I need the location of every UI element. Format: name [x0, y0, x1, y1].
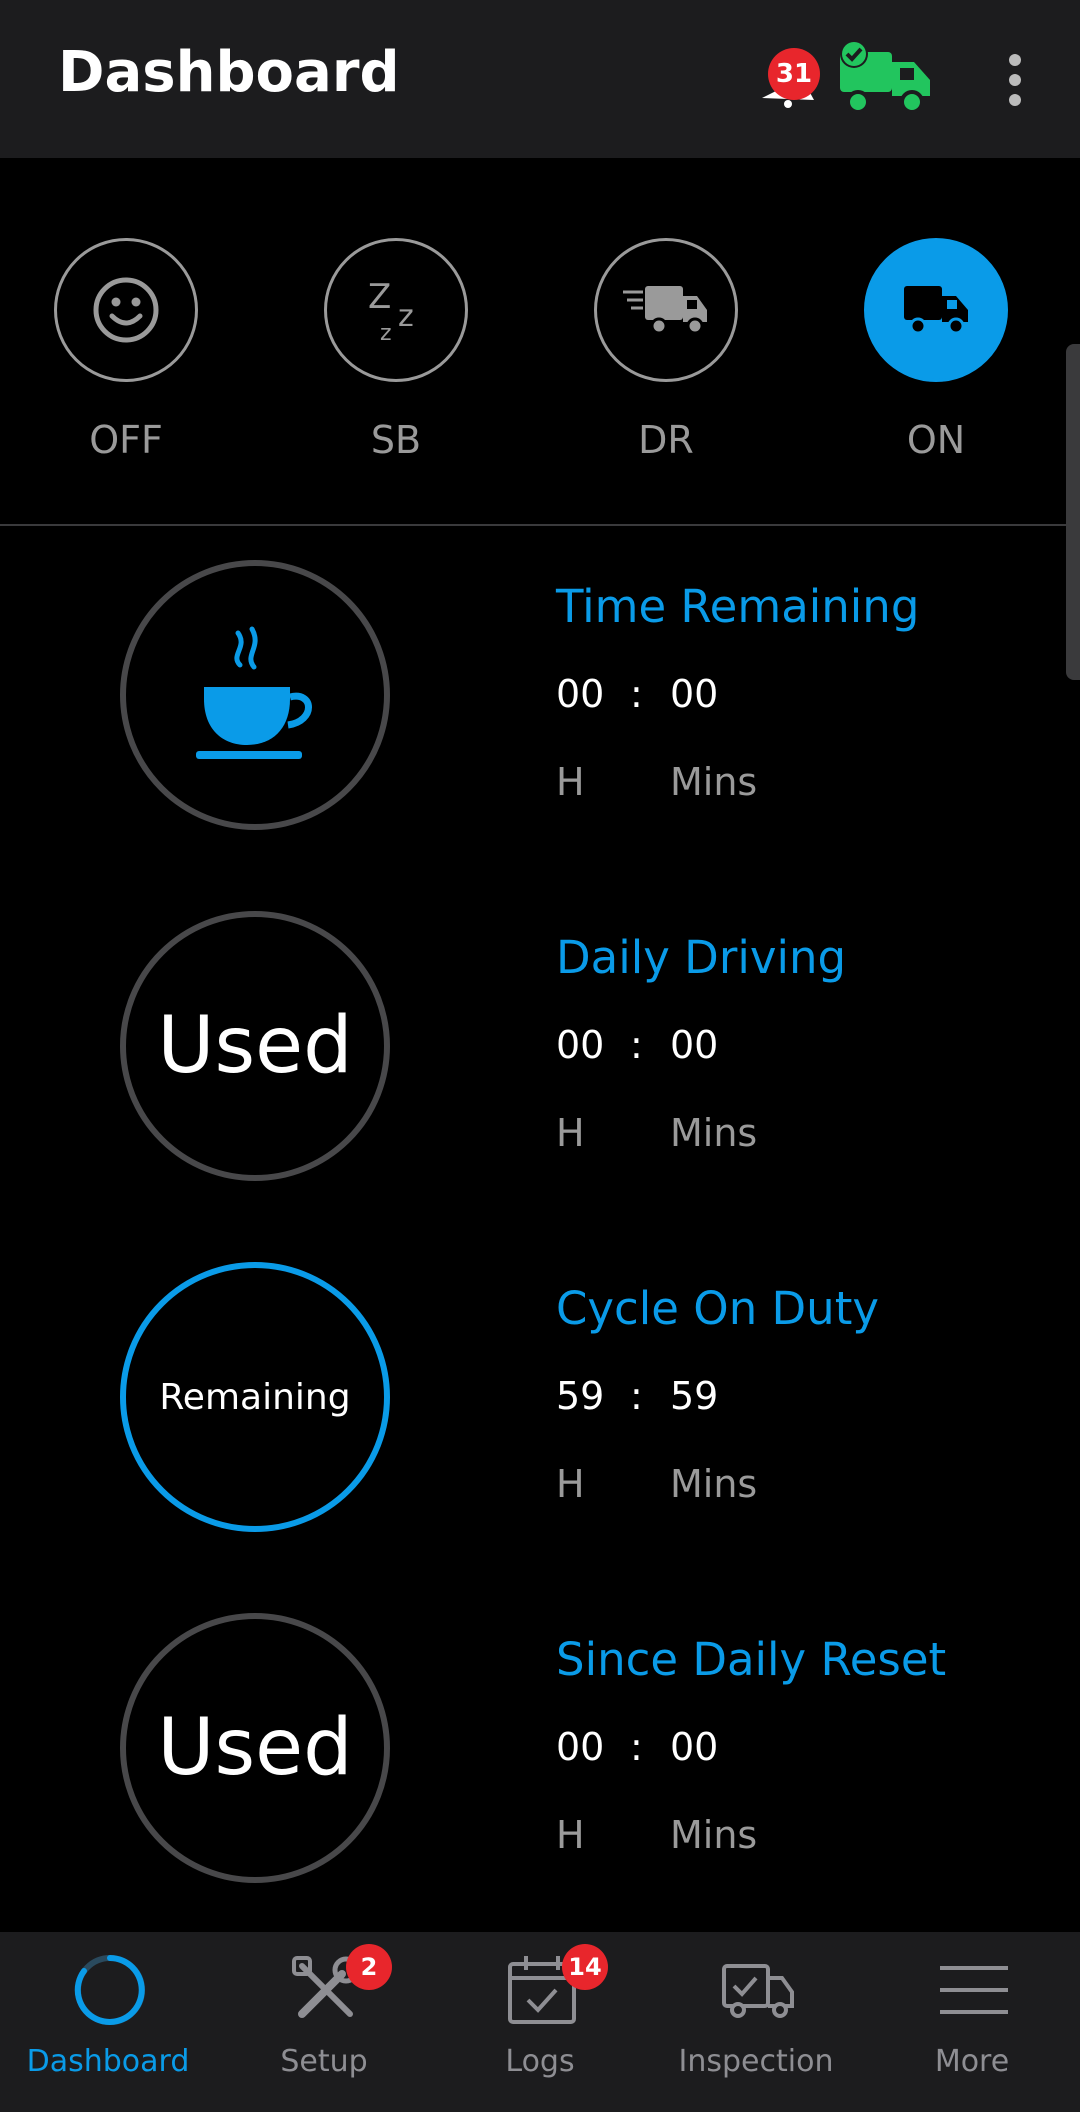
timer-separator: : — [630, 1023, 643, 1067]
timer-minutes-unit: Mins — [670, 1111, 758, 1155]
status-sb-button[interactable]: Z z z SB — [324, 238, 468, 462]
timer-ring: Used — [120, 1613, 390, 1883]
timer-minutes-unit: Mins — [670, 1462, 758, 1506]
dashboard-gauge-icon — [74, 1955, 145, 2025]
bottom-navigation: Dashboard 2 Setup 14 Logs Inspection Mor… — [0, 1932, 1080, 2112]
timer-ring — [120, 560, 390, 830]
smiley-icon — [93, 277, 159, 343]
timer-hours-unit: H — [556, 1462, 585, 1506]
nav-logs[interactable]: 14 Logs — [432, 1932, 648, 2112]
app-bar: Dashboard 31 — [0, 0, 1080, 158]
timer-ring-label: Remaining — [159, 1376, 351, 1418]
timer-separator: : — [630, 672, 643, 716]
status-dr-button[interactable]: DR — [594, 238, 738, 462]
nav-setup[interactable]: 2 Setup — [216, 1932, 432, 2112]
status-on-label: ON — [906, 418, 966, 462]
nav-dashboard[interactable]: Dashboard — [0, 1932, 216, 2112]
timer-separator: : — [630, 1725, 643, 1769]
status-sb-label: SB — [370, 418, 422, 462]
timer-ring-label: Used — [157, 1001, 353, 1091]
timer-hours: 00 — [556, 1023, 605, 1067]
notification-badge: 31 — [768, 48, 820, 100]
timer-title: Since Daily Reset — [556, 1633, 947, 1686]
page-title: Dashboard — [58, 40, 400, 105]
timer-hours-unit: H — [556, 1111, 585, 1155]
timer-minutes: 00 — [670, 672, 719, 716]
nav-inspection-label: Inspection — [678, 2044, 834, 2079]
timer-minutes-unit: Mins — [670, 760, 758, 804]
timer-hours: 00 — [556, 1725, 605, 1769]
timer-minutes: 00 — [670, 1725, 719, 1769]
timer-minutes: 59 — [670, 1374, 719, 1418]
timer-hours: 59 — [556, 1374, 605, 1418]
timer-daily-driving: Used Daily Driving 00 : 00 H Mins — [0, 911, 1080, 1261]
status-on-button[interactable]: ON — [864, 238, 1008, 462]
status-off-label: OFF — [89, 418, 163, 462]
duty-status-selector: OFF Z z z SB DR ON — [0, 158, 1080, 526]
timer-title: Daily Driving — [556, 931, 847, 984]
timer-since-daily-reset: Used Since Daily Reset 00 : 00 H Mins — [0, 1613, 1080, 1963]
timer-hours-unit: H — [556, 1813, 585, 1857]
divider — [0, 524, 1080, 526]
notification-button[interactable]: 31 — [758, 48, 820, 108]
status-dr-label: DR — [638, 418, 694, 462]
timer-minutes-unit: Mins — [670, 1813, 758, 1857]
timer-ring-label: Used — [157, 1703, 353, 1793]
setup-badge: 2 — [346, 1944, 392, 1990]
nav-more-label: More — [934, 2044, 1010, 2079]
nav-dashboard-label: Dashboard — [26, 2044, 190, 2079]
hamburger-menu-icon — [940, 1966, 1008, 2014]
logs-badge: 14 — [562, 1944, 608, 1990]
timer-separator: : — [630, 1374, 643, 1418]
truck-inspection-icon — [722, 1964, 794, 2018]
truck-icon — [904, 286, 968, 335]
nav-logs-label: Logs — [505, 2044, 575, 2079]
svg-text:z: z — [380, 321, 392, 346]
timer-ring: Remaining — [120, 1262, 390, 1532]
sleep-icon: Z z z — [368, 277, 414, 346]
coffee-cup-icon — [196, 626, 312, 759]
timer-title: Cycle On Duty — [556, 1282, 879, 1335]
nav-setup-label: Setup — [280, 2044, 368, 2079]
timer-minutes: 00 — [670, 1023, 719, 1067]
truck-connected-icon[interactable] — [836, 38, 936, 122]
timer-time-remaining: Time Remaining 00 : 00 H Mins — [0, 560, 1080, 910]
svg-text:Z: Z — [368, 277, 391, 317]
timer-ring: Used — [120, 911, 390, 1181]
status-off-button[interactable]: OFF — [54, 238, 198, 462]
nav-more[interactable]: More — [864, 1932, 1080, 2112]
nav-inspection[interactable]: Inspection — [648, 1932, 864, 2112]
driving-truck-icon — [623, 286, 707, 335]
overflow-menu-icon[interactable] — [1000, 52, 1030, 108]
timer-cycle-on-duty: Remaining Cycle On Duty 59 : 59 H Mins — [0, 1262, 1080, 1612]
timer-hours: 00 — [556, 672, 605, 716]
timer-hours-unit: H — [556, 760, 585, 804]
timer-title: Time Remaining — [556, 580, 920, 633]
svg-text:z: z — [398, 299, 414, 334]
